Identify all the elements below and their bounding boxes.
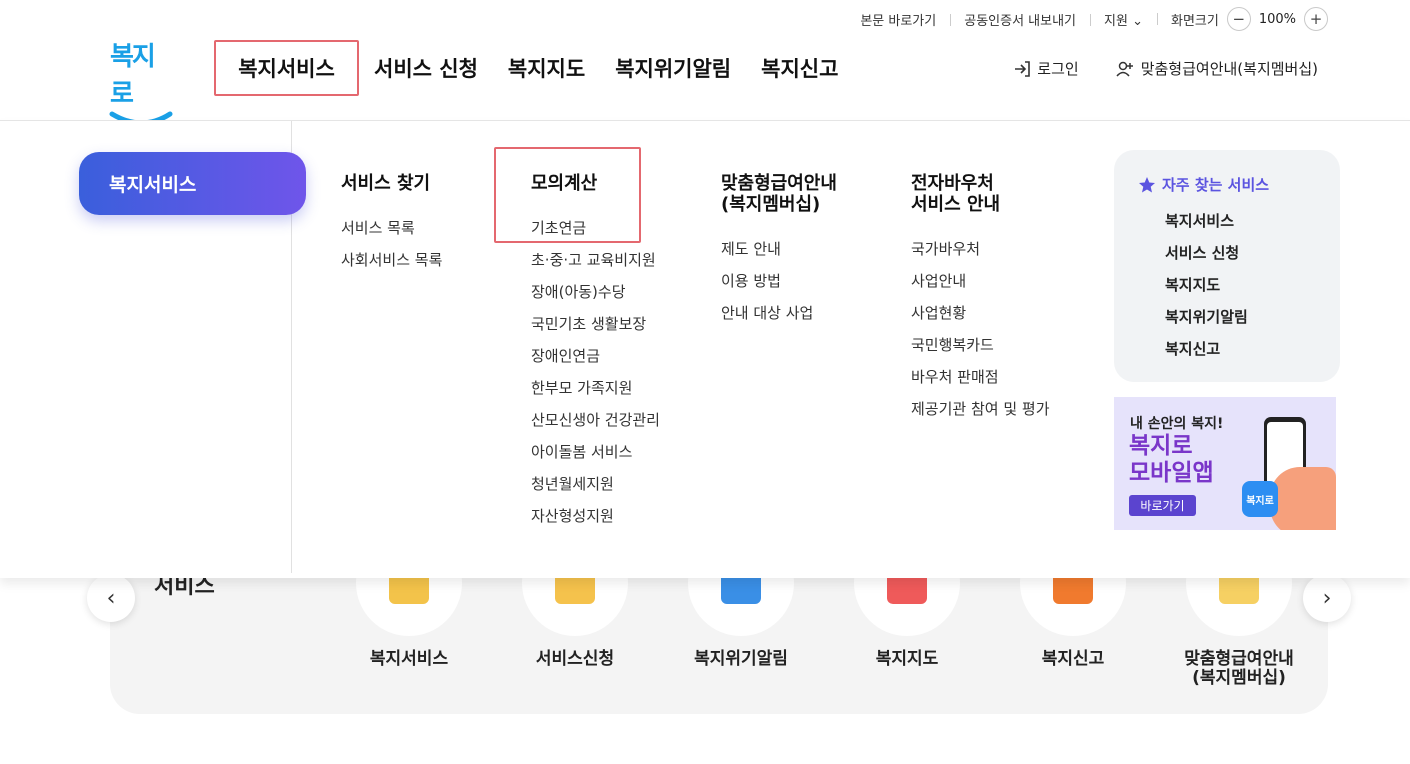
- support-label: 지원: [1104, 13, 1128, 29]
- utility-bar: 본문 바로가기 공동인증서 내보내기 지원 ⌄ 화면크기 − 100% +: [846, 6, 1328, 32]
- favorite-item[interactable]: 서비스 신청: [1165, 241, 1340, 273]
- menu-item[interactable]: 사업안내: [911, 269, 1050, 301]
- service-card-label: 서비스신청: [535, 649, 615, 669]
- favorite-item[interactable]: 복지서비스: [1165, 209, 1340, 241]
- favorites-heading-text: 자주 찾는 서비스: [1162, 176, 1270, 194]
- membership-label: 맞춤형급여안내(복지멤버십): [1140, 60, 1318, 78]
- zoom-label: 화면크기: [1170, 13, 1219, 29]
- login-link[interactable]: 로그인: [1013, 58, 1079, 79]
- membership-link[interactable]: 맞춤형급여안내(복지멤버십): [1115, 58, 1318, 79]
- nav-welfare-report[interactable]: 복지신고: [746, 40, 853, 96]
- menu-item[interactable]: 사업현황: [911, 301, 1050, 333]
- chevron-down-icon: ⌄: [1132, 13, 1143, 29]
- menu-item[interactable]: 장애인연금: [531, 344, 660, 376]
- column-heading[interactable]: 맞춤형급여안내 (복지멤버십): [721, 173, 837, 215]
- menu-item[interactable]: 산모신생아 건강관리: [531, 408, 660, 440]
- zoom-value: 100%: [1258, 11, 1296, 27]
- service-card-label: 복지서비스: [369, 649, 449, 669]
- service-card-label: 복지위기알림: [694, 649, 788, 669]
- service-card-label: 복지지도: [875, 649, 939, 669]
- zoom-in-button[interactable]: +: [1304, 7, 1328, 31]
- menu-column-voucher: 전자바우처 서비스 안내 국가바우처 사업안내 사업현황 국민행복카드 바우처 …: [911, 173, 1050, 429]
- menu-item[interactable]: 안내 대상 사업: [721, 301, 837, 333]
- menu-item[interactable]: 제도 안내: [721, 237, 837, 269]
- menu-item[interactable]: 서비스 목록: [341, 216, 442, 248]
- menu-item[interactable]: 사회서비스 목록: [341, 248, 442, 280]
- menu-item[interactable]: 장애(아동)수당: [531, 280, 660, 312]
- cert-export-link[interactable]: 공동인증서 내보내기: [950, 10, 1090, 29]
- nav-welfare-service[interactable]: 복지서비스: [214, 40, 359, 96]
- nav-service-apply[interactable]: 서비스 신청: [359, 40, 493, 96]
- menu-item[interactable]: 청년월세지원: [531, 472, 660, 504]
- skip-to-content-link[interactable]: 본문 바로가기: [846, 10, 950, 29]
- menu-column-membership: 맞춤형급여안내 (복지멤버십) 제도 안내 이용 방법 안내 대상 사업: [721, 173, 837, 333]
- service-card-label: 복지신고: [1041, 649, 1105, 669]
- menu-column-find: 서비스 찾기 서비스 목록 사회서비스 목록: [341, 173, 442, 280]
- banner-line2: 복지로 모바일앱: [1129, 433, 1214, 486]
- site-logo[interactable]: 복지로: [108, 36, 174, 126]
- menu-item[interactable]: 국민기초 생활보장: [531, 312, 660, 344]
- menu-column-calc: 모의계산 기초연금 초·중·고 교육비지원 장애(아동)수당 국민기초 생활보장…: [531, 173, 660, 536]
- favorite-item[interactable]: 복지지도: [1165, 273, 1340, 305]
- app-icon: 복지로: [1242, 481, 1278, 517]
- menu-item[interactable]: 이용 방법: [721, 269, 837, 301]
- login-label: 로그인: [1037, 60, 1079, 78]
- banner-go-button[interactable]: 바로가기: [1129, 495, 1196, 516]
- column-heading[interactable]: 서비스 찾기: [341, 173, 442, 194]
- favorite-services-panel: 자주 찾는 서비스 복지서비스 서비스 신청 복지지도 복지위기알림 복지신고: [1114, 150, 1340, 382]
- column-heading[interactable]: 모의계산: [531, 173, 660, 194]
- main-nav: 복지서비스 서비스 신청 복지지도 복지위기알림 복지신고: [214, 40, 853, 96]
- menu-item[interactable]: 기초연금: [531, 216, 660, 248]
- mobile-app-banner[interactable]: 내 손안의 복지! 복지로 모바일앱 바로가기 복지로: [1114, 397, 1336, 530]
- service-card-label: 맞춤형급여안내 (복지멤버십): [1184, 649, 1294, 688]
- star-icon: [1139, 176, 1155, 192]
- column-heading[interactable]: 전자바우처 서비스 안내: [911, 173, 1050, 215]
- menu-item[interactable]: 제공기관 참여 및 평가: [911, 397, 1050, 429]
- menu-item[interactable]: 자산형성지원: [531, 504, 660, 536]
- hand-icon: [1270, 467, 1336, 530]
- login-icon: [1015, 60, 1031, 77]
- nav-crisis-alert[interactable]: 복지위기알림: [600, 40, 746, 96]
- zoom-out-button[interactable]: −: [1226, 7, 1251, 31]
- menu-item[interactable]: 국가바우처: [911, 237, 1050, 269]
- menu-item[interactable]: 국민행복카드: [911, 333, 1050, 365]
- favorite-item[interactable]: 복지위기알림: [1165, 305, 1340, 337]
- logo-text: 복지로: [110, 42, 156, 109]
- zoom-control: 화면크기 − 100% +: [1156, 7, 1328, 31]
- header-actions: 로그인 맞춤형급여안내(복지멤버십): [1013, 58, 1318, 79]
- banner-line1: 내 손안의 복지!: [1130, 416, 1224, 432]
- user-add-icon: [1116, 61, 1133, 77]
- menu-item[interactable]: 아이돌봄 서비스: [531, 440, 660, 472]
- support-dropdown[interactable]: 지원 ⌄: [1090, 10, 1157, 29]
- menu-item[interactable]: 한부모 가족지원: [531, 376, 660, 408]
- favorite-item[interactable]: 복지신고: [1165, 337, 1340, 369]
- menu-item[interactable]: 초·중·고 교육비지원: [531, 248, 660, 280]
- mega-menu-title: 복지서비스: [79, 152, 306, 215]
- prev-arrow-button[interactable]: ‹: [87, 574, 135, 622]
- favorites-heading: 자주 찾는 서비스: [1138, 174, 1340, 195]
- nav-welfare-map[interactable]: 복지지도: [493, 40, 600, 96]
- menu-item[interactable]: 바우처 판매점: [911, 365, 1050, 397]
